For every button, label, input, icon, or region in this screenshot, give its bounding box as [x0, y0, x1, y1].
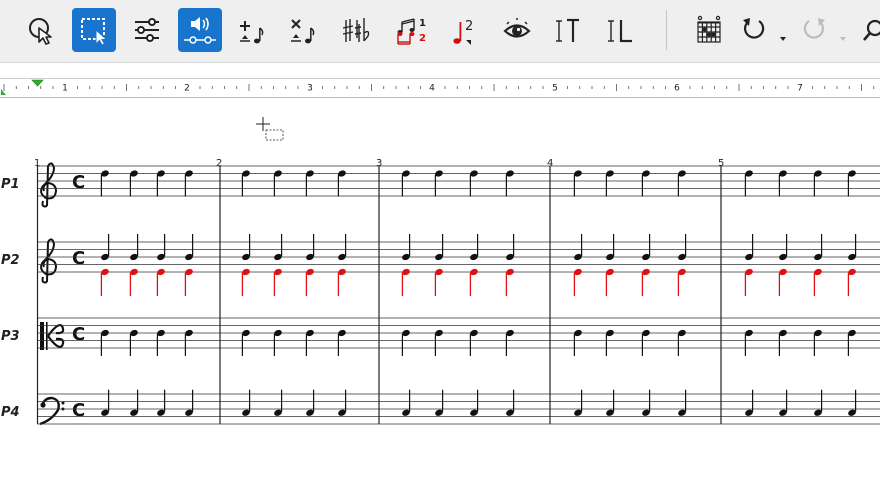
sliders-icon: [135, 18, 159, 42]
indent-marker[interactable]: [1, 89, 6, 95]
redo-icon: [803, 18, 846, 41]
accidentals-icon: [342, 18, 370, 42]
insert-note-icon: [240, 21, 264, 44]
part-label[interactable]: P1: [1, 177, 20, 192]
first-line-marker[interactable]: [31, 79, 44, 87]
ruler-ticks: [3, 84, 875, 91]
part-label[interactable]: P2: [1, 253, 20, 268]
redo-dropdown-icon[interactable]: [840, 37, 846, 41]
toolbar-separator: [666, 10, 667, 50]
chord-diagram-tool[interactable]: [688, 8, 732, 52]
select-region-tool[interactable]: [72, 8, 116, 52]
accidentals-tool[interactable]: [332, 8, 376, 52]
time-signature[interactable]: C: [72, 400, 85, 421]
pointer-icon: [29, 18, 52, 45]
voices-tool[interactable]: 1 2: [390, 8, 434, 52]
undo-dropdown-icon[interactable]: [780, 37, 786, 41]
ruler-label: 1: [62, 84, 68, 94]
ruler-label: 4: [429, 84, 435, 94]
part-label[interactable]: P3: [1, 329, 20, 344]
speaker-icon: [184, 17, 216, 44]
ruler-label: 2: [184, 84, 190, 94]
search-icon: [863, 19, 880, 41]
mixer-tool[interactable]: [125, 8, 169, 52]
lyrics-icon: [608, 20, 632, 43]
view-tool[interactable]: [496, 8, 540, 52]
undo-icon: [743, 18, 786, 41]
measure-number: 2: [216, 158, 222, 169]
delete-note-tool[interactable]: [276, 8, 320, 52]
delete-note-icon: [291, 19, 315, 44]
toolbar: 1 2 2: [0, 0, 880, 63]
ruler-label: 6: [674, 84, 680, 94]
ruler-label: 3: [307, 84, 313, 94]
part-label[interactable]: P4: [1, 405, 20, 420]
text-cursor-icon: [556, 18, 579, 42]
voice-badge-1: 1: [419, 18, 426, 29]
playback-tool[interactable]: [178, 8, 222, 52]
search-button[interactable]: [856, 8, 880, 52]
score-notation: [36, 165, 880, 425]
time-signature[interactable]: C: [72, 172, 85, 193]
eye-icon: [503, 18, 531, 38]
crosshair-cursor-icon: [256, 117, 284, 141]
chord-grid-icon: [697, 15, 721, 43]
note-superscript-tool[interactable]: 2: [440, 8, 484, 52]
redo-button[interactable]: [794, 8, 846, 52]
alto-clef-icon[interactable]: [40, 322, 65, 350]
note-superscript-icon: 2: [453, 19, 473, 45]
voices-icon: 1 2: [397, 18, 426, 45]
insert-note-tool[interactable]: [226, 8, 270, 52]
treble-clef-icon[interactable]: [40, 162, 58, 208]
ruler-label: 7: [797, 84, 803, 94]
pointer-tool[interactable]: [18, 8, 62, 52]
ruler[interactable]: 1 2 3 4 5 6 7: [0, 78, 880, 98]
undo-button[interactable]: [736, 8, 786, 52]
score-canvas[interactable]: 1 2 3 4 5 P1 P2 P3 P4 C C C C: [0, 96, 880, 490]
treble-clef-icon[interactable]: [40, 238, 58, 284]
voice-badge-2: 2: [419, 33, 426, 44]
text-tool[interactable]: [546, 8, 590, 52]
lyrics-tool[interactable]: [598, 8, 642, 52]
ruler-label: 5: [552, 84, 558, 94]
select-region-icon: [81, 18, 108, 46]
time-signature[interactable]: C: [72, 324, 85, 345]
time-signature[interactable]: C: [72, 248, 85, 269]
superscript-label: 2: [465, 19, 473, 34]
